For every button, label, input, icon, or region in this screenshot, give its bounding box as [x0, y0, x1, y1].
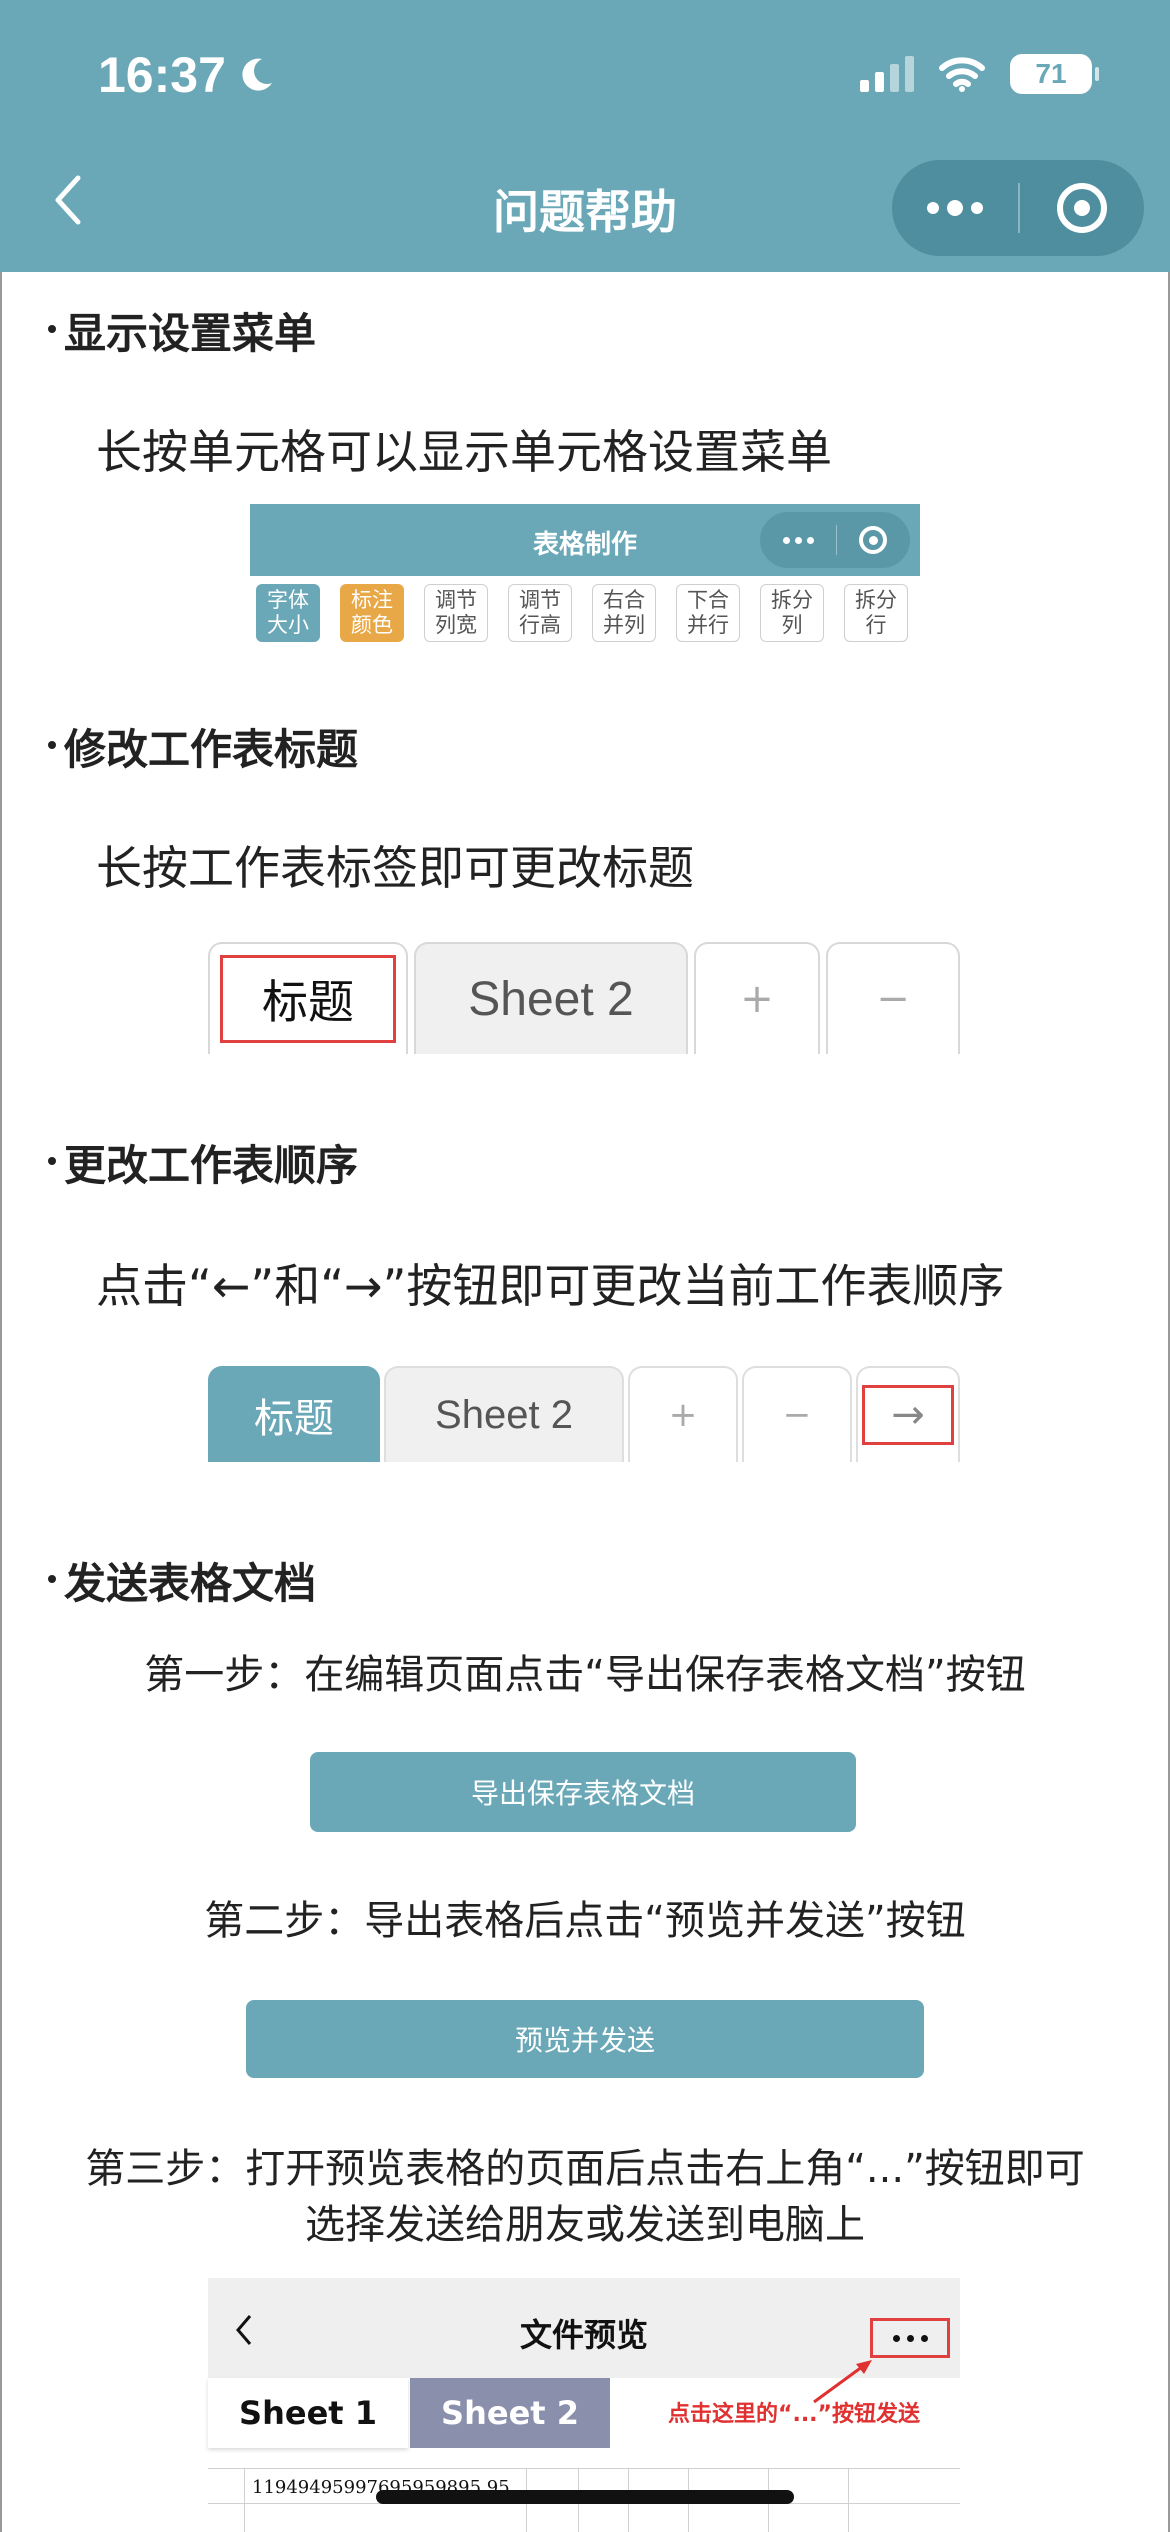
tab-move-right: → [856, 1366, 960, 1462]
preview-tab-sheet1: Sheet 1 [208, 2378, 408, 2448]
menu-button-row-height: 调节 行高 [508, 584, 572, 642]
step3-text-line2: 选择发送给朋友或发送到电脑上 [305, 2202, 865, 2248]
heading-text: 发送表格文档 [64, 1559, 317, 1608]
heading-text: 更改工作表顺序 [64, 1141, 359, 1190]
bullet-icon [48, 324, 56, 333]
section-description-menu: 长按单元格可以显示单元格设置菜单 [96, 425, 832, 479]
home-indicator[interactable] [376, 2490, 794, 2504]
menu-button-mark-color: 标注 颜色 [340, 584, 404, 642]
more-options-button[interactable] [892, 160, 1018, 256]
preview-title: 文件预览 [519, 2316, 648, 2354]
section-heading-order: 更改工作表顺序 [48, 1132, 358, 1193]
tab-sheet2: Sheet 2 [414, 942, 688, 1054]
preview-send-button: 预览并发送 [246, 2000, 924, 2078]
illustration-capsule [760, 512, 910, 568]
heading-text: 修改工作表标题 [64, 725, 359, 774]
bullet-icon [48, 740, 56, 749]
wifi-icon [939, 57, 985, 92]
export-save-button: 导出保存表格文档 [310, 1752, 856, 1832]
moon-icon [242, 58, 272, 91]
target-icon [837, 526, 909, 554]
bullet-icon [48, 1156, 56, 1165]
more-icon [760, 536, 836, 544]
tab-sheet2: Sheet 2 [384, 1366, 624, 1462]
close-miniprogram-button[interactable] [1020, 160, 1144, 256]
illustration-navbar: 表格制作 [250, 504, 920, 576]
menu-button-column-width: 调节 列宽 [424, 584, 488, 642]
step2-text: 第二步：导出表格后点击“预览并发送”按钮 [204, 1898, 966, 1944]
mini-program-capsule [892, 160, 1144, 256]
tab-remove: − [826, 942, 960, 1054]
section-description-order: 点击“←”和“→”按钮即可更改当前工作表顺序 [96, 1259, 1005, 1313]
bullet-icon [48, 1574, 56, 1583]
tab-title: 标题 [208, 1366, 380, 1462]
dot-icon [927, 202, 939, 214]
preview-note: 点击这里的“...”按钮发送 [668, 2402, 920, 2427]
tab-title-label: 标题 [220, 955, 396, 1043]
tab-add: + [628, 1366, 738, 1462]
menu-button-merge-down: 下合 并行 [676, 584, 740, 642]
battery-level: 71 [1035, 58, 1067, 89]
menu-illustration: 表格制作 字体 大小 标注 颜色 调节 列宽 调节 行高 右合 并列 下合 并行 拆分列 拆… [250, 504, 920, 644]
step1-text: 第一步：在编辑页面点击“导出保存表格文档”按钮 [144, 1652, 1026, 1698]
status-indicators: 71 [860, 54, 1099, 94]
menu-button-font-size: 字体 大小 [256, 584, 320, 642]
target-icon [1057, 183, 1107, 233]
tabs-illustration-rename: 标题 Sheet 2 + − [208, 942, 960, 1054]
preview-tab-sheet2: Sheet 2 [410, 2378, 610, 2448]
battery-icon: 71 [1010, 54, 1099, 94]
status-time-text: 16:37 [98, 47, 226, 103]
section-heading-menu: 显示设置菜单 [48, 300, 316, 361]
heading-text: 显示设置菜单 [64, 309, 317, 358]
step3-text-line1: 第三步：打开预览表格的页面后点击右上角“...”按钮即可 [85, 2146, 1085, 2192]
section-description-rename: 长按工作表标签即可更改标题 [96, 841, 694, 895]
tabs-illustration-order: 标题 Sheet 2 + − → [208, 1366, 960, 1462]
section-heading-send: 发送表格文档 [48, 1550, 316, 1611]
tab-remove: − [742, 1366, 852, 1462]
more-icon [870, 2318, 950, 2358]
illustration-menu-buttons: 字体 大小 标注 颜色 调节 列宽 调节 行高 右合 并列 下合 并行 拆分列 拆分行 [256, 584, 908, 642]
dot-icon [971, 202, 983, 214]
menu-button-split-row: 拆分行 [844, 584, 908, 642]
arrow-right-icon: → [862, 1385, 954, 1445]
nav-header: 16:37 71 问题帮助 [0, 0, 1170, 272]
signal-icon [860, 56, 914, 92]
menu-button-split-column: 拆分列 [760, 584, 824, 642]
status-time: 16:37 [98, 46, 276, 104]
dot-icon [947, 200, 963, 216]
section-heading-rename: 修改工作表标题 [48, 716, 358, 777]
tab-title: 标题 [208, 942, 408, 1054]
menu-button-merge-right: 右合 并列 [592, 584, 656, 642]
tab-add: + [694, 942, 820, 1054]
